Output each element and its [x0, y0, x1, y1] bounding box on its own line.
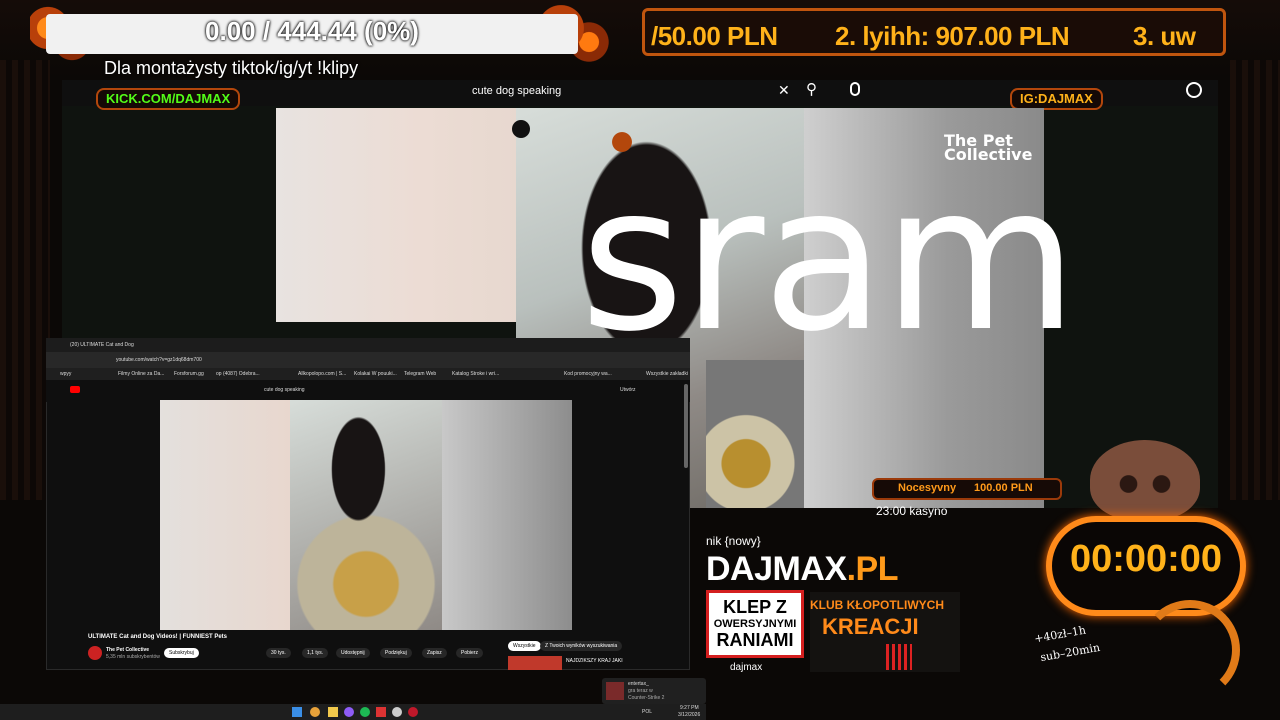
bookmark-item[interactable]: Wszystkie zakładki	[646, 371, 688, 377]
taskbar-app-icon[interactable]	[376, 707, 386, 717]
ornament-frame-left	[0, 60, 50, 500]
youtube-logo-icon[interactable]	[70, 386, 80, 393]
browser-tab-bar: (20) ULTIMATE Cat and Dog	[46, 338, 690, 352]
notifications-icon[interactable]	[1186, 82, 1202, 98]
last-donation-bar: Nocesyvny 100.00 PLN	[872, 478, 1062, 500]
embedded-video-right	[442, 400, 572, 630]
windows-taskbar: POL 9:27 PM 3/12/2026	[0, 704, 706, 720]
notification-name: entertax_	[628, 681, 649, 687]
notification-line1: gra teraz w	[628, 688, 653, 694]
social-handle: dajmax	[730, 662, 763, 673]
bookmark-item[interactable]: wpyy	[60, 371, 71, 377]
opera-icon[interactable]	[408, 707, 418, 717]
spider-icon	[512, 120, 530, 138]
bookmark-item[interactable]: Kolakai W pouuki...	[354, 371, 397, 377]
subscribe-button[interactable]: Subskrybuj	[164, 648, 199, 658]
bookmark-item[interactable]: Katalog Stroke i wri...	[452, 371, 499, 377]
kick-tag: KICK.COM/DAJMAX	[96, 88, 241, 110]
bookmark-item[interactable]: Filmy Online za Da...	[118, 371, 164, 377]
brand-domain: .PL	[846, 550, 899, 588]
embedded-search-input[interactable]: cute dog speaking	[264, 387, 305, 393]
channel-avatar[interactable]	[88, 646, 102, 660]
bookmark-item[interactable]: Kod promocyjny wa...	[564, 371, 612, 377]
klub-promo: KLUB KŁOPOTLIWYCH KREACJI	[810, 592, 960, 672]
embedded-video-left	[160, 400, 290, 630]
notification-avatar	[606, 682, 624, 700]
subscriber-count: 5,35 mln subskrybentów	[106, 654, 160, 660]
top-donors-ticker: /50.00 PLN 2. lyihh: 907.00 PLN 3. uw	[642, 8, 1226, 56]
youtube-search-input[interactable]: cute dog speaking	[464, 80, 800, 102]
qr-code	[886, 644, 912, 670]
promo-line3: RANIAMI	[716, 630, 794, 650]
goal-progress-text: 0.00 / 444.44 (0%)	[205, 16, 419, 46]
thanks-button[interactable]: Podziękuj	[380, 648, 412, 658]
schedule-text: 23:00 kasyno	[876, 504, 948, 518]
channel-name[interactable]: The Pet Collective	[106, 647, 149, 653]
chat-label: nik {nowy}	[706, 534, 761, 548]
donation-amount: 100.00 PLN	[974, 482, 1033, 494]
bookmark-item[interactable]: Forsforum.gg	[174, 371, 204, 377]
chrome-icon[interactable]	[392, 707, 402, 717]
like-button[interactable]: 30 tys.	[266, 648, 291, 658]
bookmarks-bar: wpyy Filmy Online za Da... Forsforum.gg …	[46, 368, 690, 380]
tray-time[interactable]: 9:27 PM	[680, 705, 699, 711]
embedded-video-cat	[290, 400, 442, 630]
donation-name: Nocesyvny	[898, 482, 957, 494]
klub-line2: KREACJI	[822, 614, 919, 639]
url-field[interactable]: youtube.com/watch?v=gz1dq68dm700	[116, 357, 202, 363]
ticker-item: /50.00 PLN	[651, 21, 778, 51]
scrollbar[interactable]	[684, 384, 688, 468]
chip-all[interactable]: Wszystkie	[508, 641, 541, 651]
video-frame-left	[276, 108, 518, 322]
subathon-rule-1: +40zł–1h	[1033, 623, 1087, 646]
promo-line1: KLEP Z	[723, 597, 787, 617]
share-button[interactable]: Udostępnij	[336, 648, 370, 658]
create-button[interactable]: Utwórz	[620, 387, 636, 393]
microphone-icon[interactable]	[850, 82, 860, 96]
notification-line2: Counter-Strike 2	[628, 695, 665, 701]
bookmark-item[interactable]: Allkopolopo.com | S...	[298, 371, 346, 377]
download-button[interactable]: Pobierz	[456, 648, 483, 658]
side-video-title[interactable]: NAJDZIKSZY KRAJ JAKI	[566, 658, 623, 664]
ticker-item: 3. uw	[1133, 21, 1196, 51]
folder-icon[interactable]	[328, 707, 338, 717]
side-video-thumbnail[interactable]	[508, 656, 562, 670]
video-title: ULTIMATE Cat and Dog Videos! | FUNNIEST …	[88, 634, 228, 640]
taskbar-app-icon[interactable]	[344, 707, 354, 717]
clips-info-text: Dla montażysty tiktok/ig/yt !klipy	[104, 58, 359, 78]
chip-search-results[interactable]: Z Twoich wyników wyszukiwania	[540, 641, 623, 651]
ornament-frame-right	[1230, 60, 1280, 500]
clear-search-icon[interactable]: ✕	[778, 82, 790, 99]
taskbar-app-icon[interactable]	[310, 707, 320, 717]
instagram-tag: IG:DAJMAX	[1010, 88, 1103, 110]
search-icon[interactable]: ⚲	[806, 80, 817, 98]
spotify-icon[interactable]	[360, 707, 370, 717]
subathon-timer: 00:00:00	[1069, 538, 1223, 580]
promo-line2: OWERSYJNYMI	[713, 618, 797, 630]
bear-mascot	[1090, 440, 1200, 520]
brand-name: DAJMAX	[706, 550, 847, 588]
dislike-button[interactable]: 1,1 tys.	[302, 648, 329, 658]
bookmark-item[interactable]: Telegram Web	[404, 371, 436, 377]
browser-address-bar: youtube.com/watch?v=gz1dq68dm700	[46, 352, 690, 368]
swirl-ornament-icon	[1140, 600, 1240, 700]
brand-logo: DAJMAX.PL	[706, 550, 898, 589]
video-frame-plate	[706, 360, 806, 508]
embedded-youtube-header: cute dog speaking Utwórz	[46, 380, 690, 402]
shop-promo: KLEP Z OWERSYJNYMI RANIAMI	[706, 590, 804, 658]
browser-tab-title[interactable]: (20) ULTIMATE Cat and Dog	[70, 342, 134, 348]
save-button[interactable]: Zapisz	[422, 648, 447, 658]
start-icon[interactable]	[292, 707, 302, 717]
subathon-rule-2: sub–20min	[1039, 640, 1101, 665]
ticker-item: 2. lyihh: 907.00 PLN	[835, 21, 1070, 51]
tray-language[interactable]: POL	[642, 709, 652, 715]
tray-date[interactable]: 3/12/2026	[678, 712, 700, 718]
klub-line1: KLUB KŁOPOTLIWYCH	[810, 598, 944, 612]
windows-notification[interactable]: entertax_ gra teraz w Counter-Strike 2	[602, 678, 706, 704]
bookmark-item[interactable]: op (4087) Odebra...	[216, 371, 260, 377]
overlay-caption: sram	[580, 143, 1078, 376]
